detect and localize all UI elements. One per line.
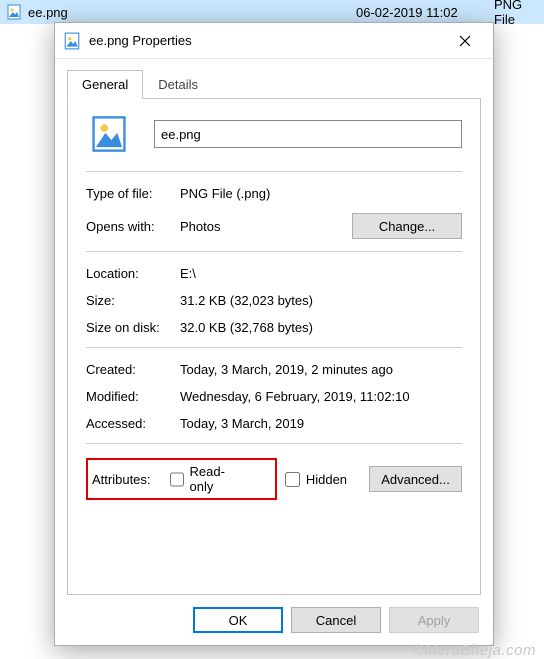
file-row-name: ee.png: [28, 5, 68, 20]
filename-input[interactable]: [154, 120, 462, 148]
close-button[interactable]: [445, 27, 485, 55]
location-label: Location:: [86, 266, 180, 281]
location-value: E:\: [180, 266, 196, 281]
modified-value: Wednesday, 6 February, 2019, 11:02:10: [180, 389, 410, 404]
filetype-large-icon: [90, 115, 128, 153]
type-of-file-label: Type of file:: [86, 186, 180, 201]
image-file-icon: [63, 32, 81, 50]
opens-with-value: Photos: [180, 219, 220, 234]
hidden-label: Hidden: [306, 472, 347, 487]
dialog-buttons: OK Cancel Apply: [55, 595, 493, 645]
separator: [86, 171, 462, 172]
highlight-box: Attributes: Read-only: [86, 458, 277, 500]
type-of-file-value: PNG File (.png): [180, 186, 270, 201]
titlebar: ee.png Properties: [55, 23, 493, 59]
change-button[interactable]: Change...: [352, 213, 462, 239]
advanced-button[interactable]: Advanced...: [369, 466, 462, 492]
dialog-title: ee.png Properties: [89, 33, 445, 48]
attributes-label: Attributes:: [92, 472, 170, 487]
cancel-button[interactable]: Cancel: [291, 607, 381, 633]
tab-panel-general: Type of file: PNG File (.png) Opens with…: [67, 98, 481, 595]
readonly-label: Read-only: [190, 464, 243, 494]
ok-button[interactable]: OK: [193, 607, 283, 633]
size-on-disk-value: 32.0 KB (32,768 bytes): [180, 320, 313, 335]
file-row[interactable]: ee.png 06-02-2019 11:02 PNG File: [0, 0, 544, 24]
file-row-type: PNG File: [494, 0, 544, 27]
tab-general[interactable]: General: [67, 70, 143, 99]
created-label: Created:: [86, 362, 180, 377]
file-row-date: 06-02-2019 11:02: [356, 5, 458, 20]
readonly-checkbox[interactable]: [170, 472, 184, 487]
hidden-checkbox[interactable]: [285, 472, 300, 487]
tab-strip: General Details: [55, 59, 493, 98]
separator: [86, 443, 462, 444]
close-icon: [459, 35, 471, 47]
created-value: Today, 3 March, 2019, 2 minutes ago: [180, 362, 393, 377]
hidden-checkbox-wrapper[interactable]: Hidden: [285, 472, 347, 487]
file-icon: [6, 4, 22, 20]
separator: [86, 251, 462, 252]
separator: [86, 347, 462, 348]
modified-label: Modified:: [86, 389, 180, 404]
tab-details[interactable]: Details: [143, 70, 213, 99]
readonly-checkbox-wrapper[interactable]: Read-only: [170, 464, 243, 494]
opens-with-label: Opens with:: [86, 219, 180, 234]
accessed-value: Today, 3 March, 2019: [180, 416, 304, 431]
size-label: Size:: [86, 293, 180, 308]
apply-button: Apply: [389, 607, 479, 633]
properties-dialog: ee.png Properties General Details Type o…: [54, 22, 494, 646]
size-value: 31.2 KB (32,023 bytes): [180, 293, 313, 308]
size-on-disk-label: Size on disk:: [86, 320, 180, 335]
accessed-label: Accessed:: [86, 416, 180, 431]
